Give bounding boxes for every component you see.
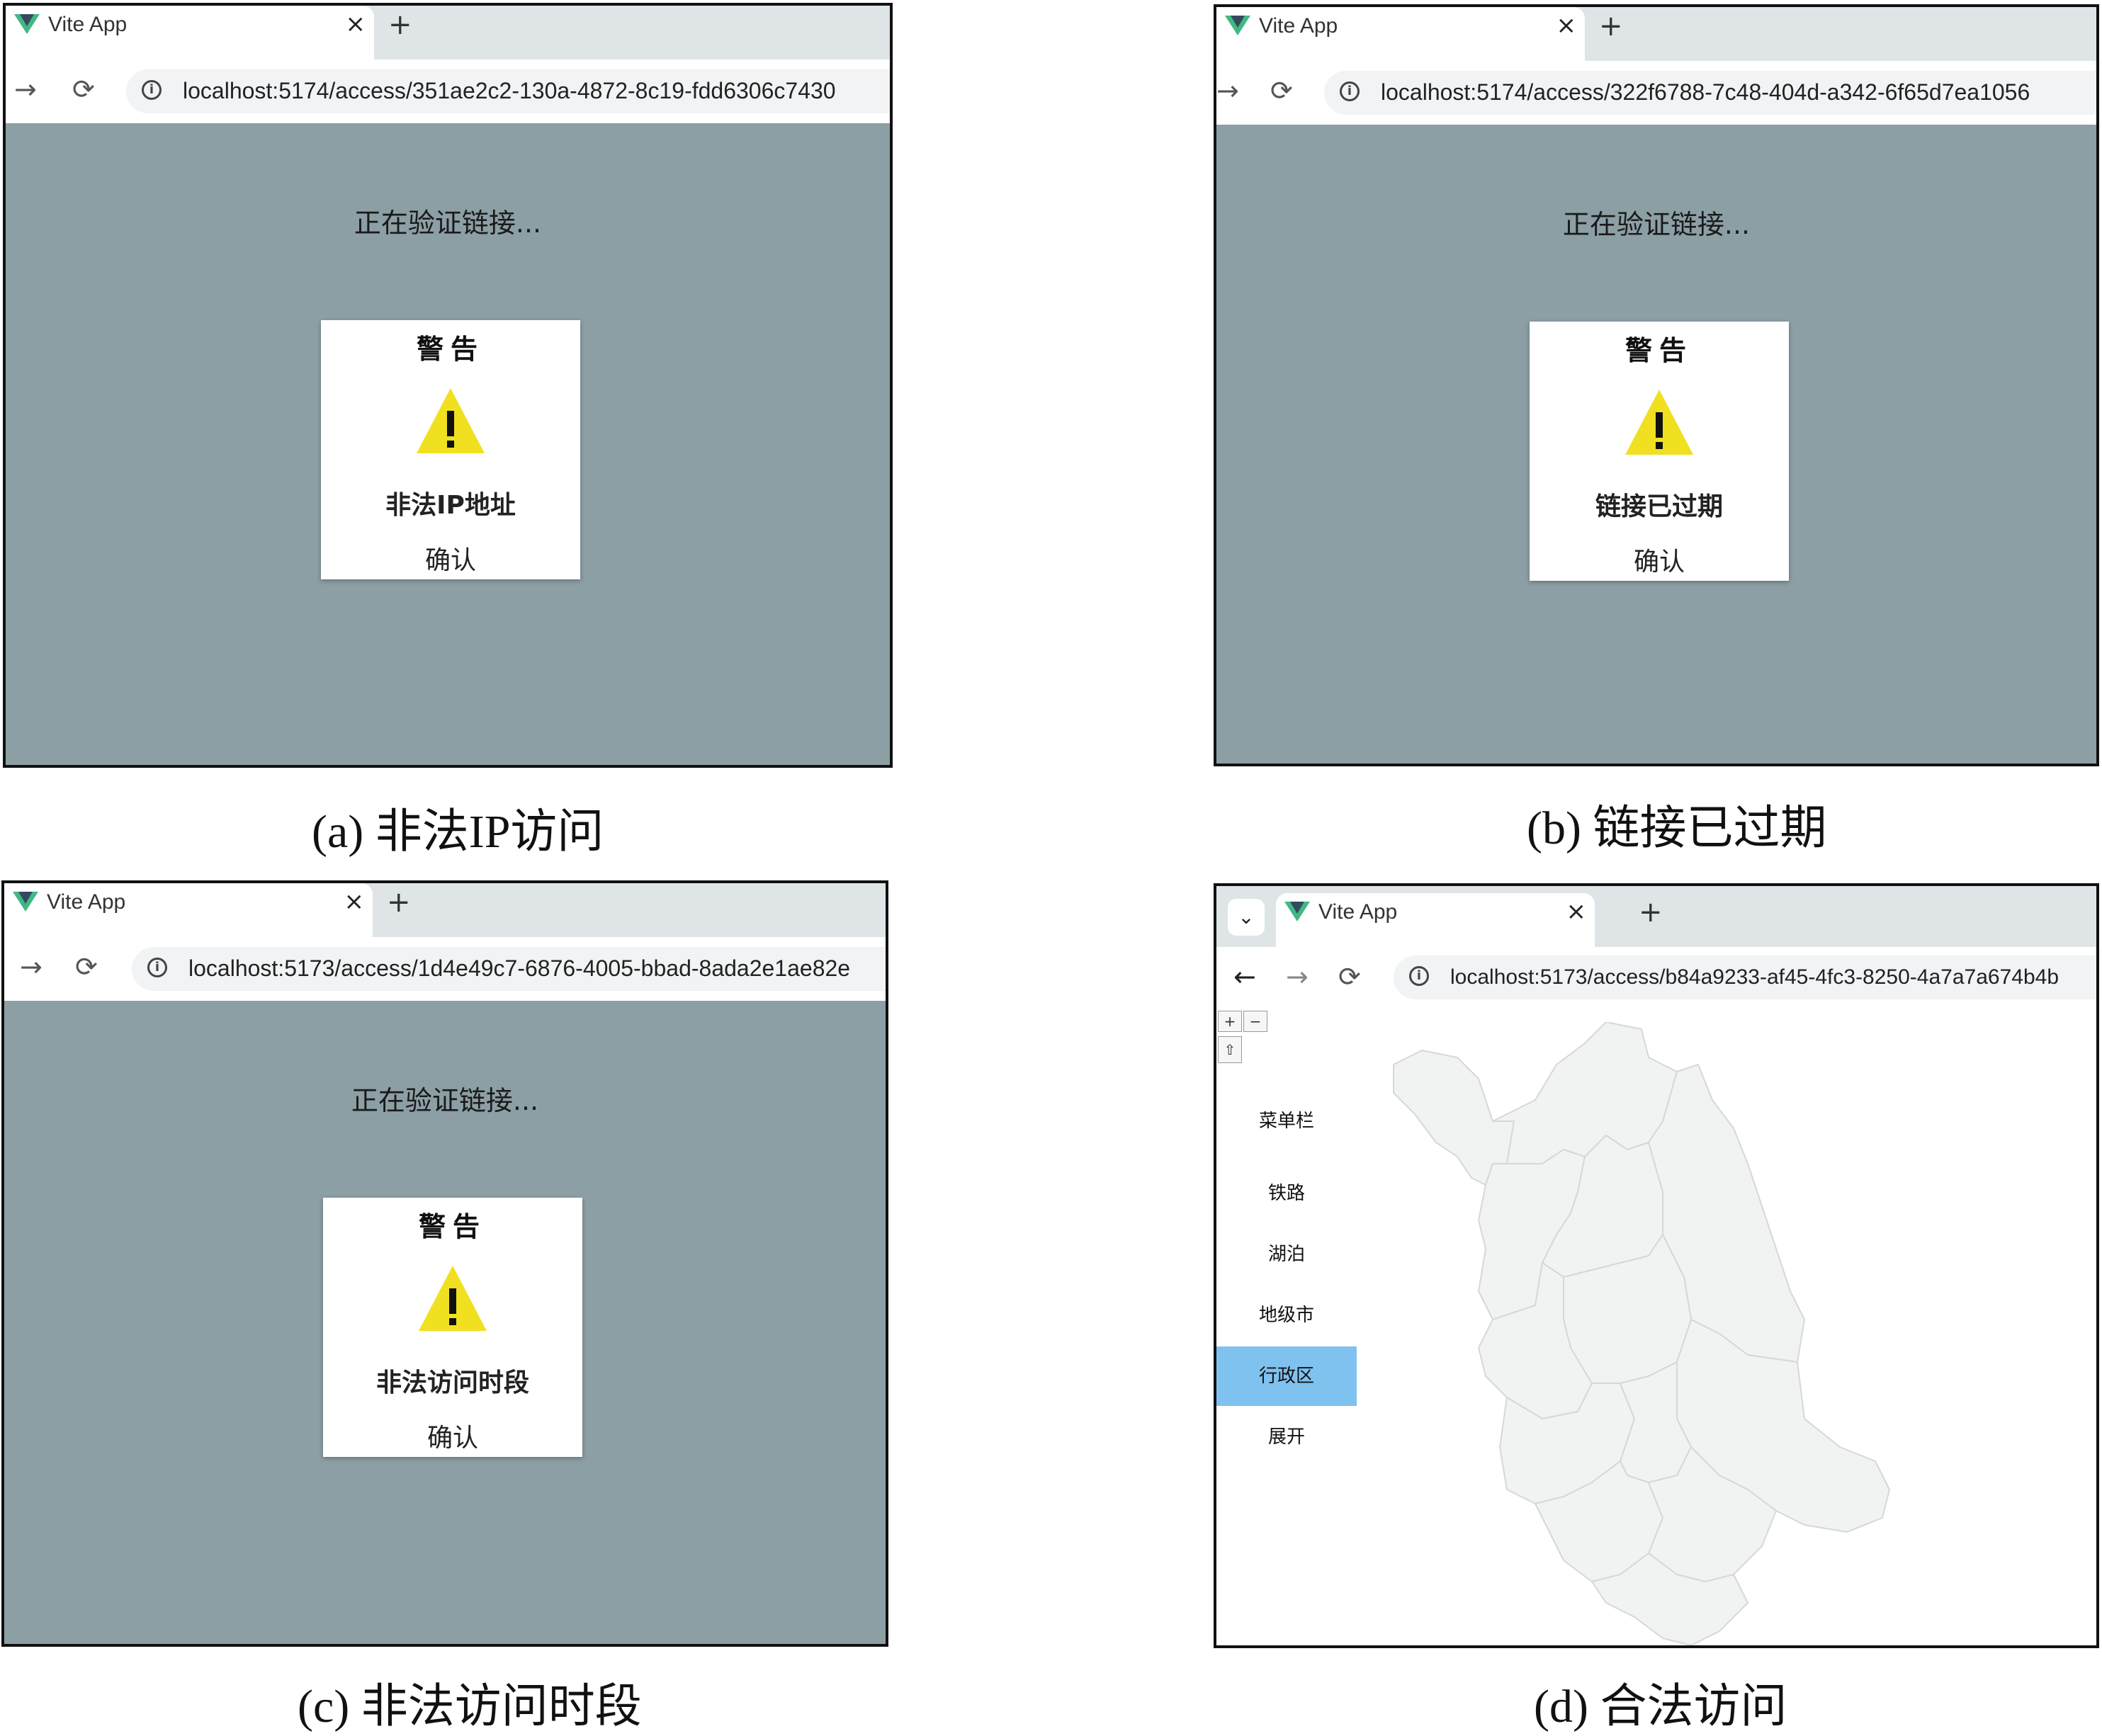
tab-title: Vite App bbox=[1259, 14, 1338, 38]
forward-icon[interactable]: → bbox=[14, 75, 37, 103]
address-bar[interactable]: i localhost:5173/access/b84a9233-af45-4f… bbox=[1394, 955, 2096, 999]
caption-c: (c) 非法访问时段 bbox=[298, 1681, 642, 1732]
region-map[interactable] bbox=[1379, 1022, 2095, 1648]
dialog-message: 链接已过期 bbox=[1595, 492, 1723, 521]
reset-north-button[interactable]: ⇧ bbox=[1218, 1036, 1242, 1063]
vite-logo-icon bbox=[13, 892, 38, 912]
warning-dialog: 警告 链接已过期 确认 bbox=[1530, 322, 1789, 581]
info-icon[interactable]: i bbox=[1409, 966, 1429, 986]
browser-window-legal-access: ⌄ Vite App × + ← → ⟳ i localhost:5173/ac… bbox=[1214, 883, 2099, 1648]
info-icon[interactable]: i bbox=[1340, 81, 1360, 101]
confirm-button[interactable]: 确认 bbox=[321, 540, 580, 577]
address-bar[interactable]: i localhost:5173/access/1d4e49c7-6876-40… bbox=[132, 947, 886, 991]
browser-tab[interactable]: Vite App × bbox=[4, 883, 373, 937]
browser-window-illegal-ip: Vite App × + → ⟳ i localhost:5174/access… bbox=[3, 3, 893, 768]
zoom-out-button[interactable]: − bbox=[1243, 1011, 1267, 1032]
reload-icon[interactable]: ⟳ bbox=[75, 953, 98, 981]
new-tab-button[interactable]: + bbox=[1639, 896, 1663, 929]
address-bar[interactable]: i localhost:5174/access/322f6788-7c48-40… bbox=[1324, 71, 2096, 115]
dialog-title: 警告 bbox=[418, 1211, 487, 1242]
tab-strip: Vite App × + bbox=[6, 6, 890, 59]
browser-toolbar: → ⟳ i localhost:5173/access/1d4e49c7-687… bbox=[4, 937, 886, 1001]
browser-toolbar: ← → ⟳ i localhost:5173/access/b84a9233-a… bbox=[1216, 947, 2096, 1008]
verifying-text: 正在验证链接... bbox=[1562, 209, 1751, 240]
tab-title: Vite App bbox=[48, 13, 128, 36]
browser-toolbar: → ⟳ i localhost:5174/access/322f6788-7c4… bbox=[1216, 61, 2096, 125]
tab-search-dropdown[interactable]: ⌄ bbox=[1228, 899, 1265, 936]
browser-tab[interactable]: Vite App × bbox=[1276, 893, 1595, 947]
caption-b: (b) 链接已过期 bbox=[1527, 802, 1827, 854]
browser-tab[interactable]: Vite App × bbox=[6, 6, 374, 59]
address-bar[interactable]: i localhost:5174/access/351ae2c2-130a-48… bbox=[126, 69, 890, 113]
zoom-in-button[interactable]: + bbox=[1218, 1011, 1242, 1032]
reload-icon[interactable]: ⟳ bbox=[1270, 76, 1293, 105]
warning-triangle-icon bbox=[419, 1266, 487, 1331]
tab-strip: ⌄ Vite App × + bbox=[1216, 886, 2096, 947]
info-icon[interactable]: i bbox=[142, 80, 162, 100]
warning-triangle-icon bbox=[417, 388, 485, 453]
forward-icon[interactable]: → bbox=[1216, 76, 1239, 105]
new-tab-button[interactable]: + bbox=[388, 8, 412, 41]
vite-logo-icon bbox=[14, 14, 40, 34]
map-page: + − ⇧ 菜单栏 铁路 湖泊 地级市 行政区 展开 bbox=[1216, 1008, 2096, 1645]
tab-strip: Vite App × + bbox=[1216, 7, 2096, 61]
tab-title: Vite App bbox=[1318, 900, 1398, 924]
vite-logo-icon bbox=[1284, 902, 1310, 921]
caption-a: (a) 非法IP访问 bbox=[312, 806, 604, 858]
tab-strip: Vite App × + bbox=[4, 883, 886, 937]
url-text[interactable]: localhost:5173/access/b84a9233-af45-4fc3… bbox=[1450, 965, 2059, 989]
close-tab-icon[interactable]: × bbox=[1556, 11, 1577, 40]
url-text[interactable]: localhost:5173/access/1d4e49c7-6876-4005… bbox=[188, 955, 850, 982]
verifying-text: 正在验证链接... bbox=[354, 208, 542, 239]
page-content: 正在验证链接... 警告 非法访问时段 确认 bbox=[4, 1001, 886, 1644]
menu-title: 菜单栏 bbox=[1258, 1111, 1314, 1132]
confirm-button[interactable]: 确认 bbox=[1530, 541, 1789, 578]
close-tab-icon[interactable]: × bbox=[1566, 897, 1587, 926]
browser-window-link-expired: Vite App × + → ⟳ i localhost:5174/access… bbox=[1214, 4, 2099, 766]
info-icon[interactable]: i bbox=[147, 958, 167, 977]
menu-item-districts[interactable]: 行政区 bbox=[1216, 1346, 1357, 1406]
url-text[interactable]: localhost:5174/access/351ae2c2-130a-4872… bbox=[183, 78, 836, 104]
verifying-text: 正在验证链接... bbox=[351, 1085, 539, 1116]
reload-icon[interactable]: ⟳ bbox=[1338, 963, 1361, 991]
forward-icon[interactable]: → bbox=[1286, 963, 1309, 991]
caption-d: (d) 合法访问 bbox=[1534, 1681, 1787, 1732]
new-tab-button[interactable]: + bbox=[1599, 10, 1623, 42]
new-tab-button[interactable]: + bbox=[387, 886, 411, 919]
page-content: 正在验证链接... 警告 非法IP地址 确认 bbox=[6, 123, 890, 765]
dialog-message: 非法IP地址 bbox=[385, 491, 516, 520]
confirm-button[interactable]: 确认 bbox=[323, 1417, 582, 1454]
back-icon[interactable]: ← bbox=[1233, 963, 1256, 991]
dialog-title: 警告 bbox=[1624, 335, 1693, 366]
menu-item-lakes[interactable]: 湖泊 bbox=[1216, 1225, 1357, 1284]
url-text[interactable]: localhost:5174/access/322f6788-7c48-404d… bbox=[1381, 79, 2030, 106]
menu-item-railway[interactable]: 铁路 bbox=[1216, 1164, 1357, 1223]
dialog-title: 警告 bbox=[416, 334, 485, 365]
browser-tab[interactable]: Vite App × bbox=[1216, 7, 1585, 61]
warning-triangle-icon bbox=[1625, 390, 1693, 455]
warning-dialog: 警告 非法访问时段 确认 bbox=[323, 1198, 582, 1457]
warning-dialog: 警告 非法IP地址 确认 bbox=[321, 320, 580, 579]
browser-window-illegal-time: Vite App × + → ⟳ i localhost:5173/access… bbox=[1, 880, 888, 1647]
menu-item-expand[interactable]: 展开 bbox=[1216, 1407, 1357, 1467]
page-content: 正在验证链接... 警告 链接已过期 确认 bbox=[1216, 125, 2096, 764]
browser-toolbar: → ⟳ i localhost:5174/access/351ae2c2-130… bbox=[6, 59, 890, 123]
tab-title: Vite App bbox=[47, 890, 126, 914]
vite-logo-icon bbox=[1225, 16, 1250, 35]
close-tab-icon[interactable]: × bbox=[344, 887, 365, 916]
menu-item-cities[interactable]: 地级市 bbox=[1216, 1286, 1357, 1345]
reload-icon[interactable]: ⟳ bbox=[72, 75, 95, 103]
close-tab-icon[interactable]: × bbox=[346, 10, 366, 38]
dialog-message: 非法访问时段 bbox=[375, 1368, 529, 1397]
forward-icon[interactable]: → bbox=[20, 953, 43, 981]
